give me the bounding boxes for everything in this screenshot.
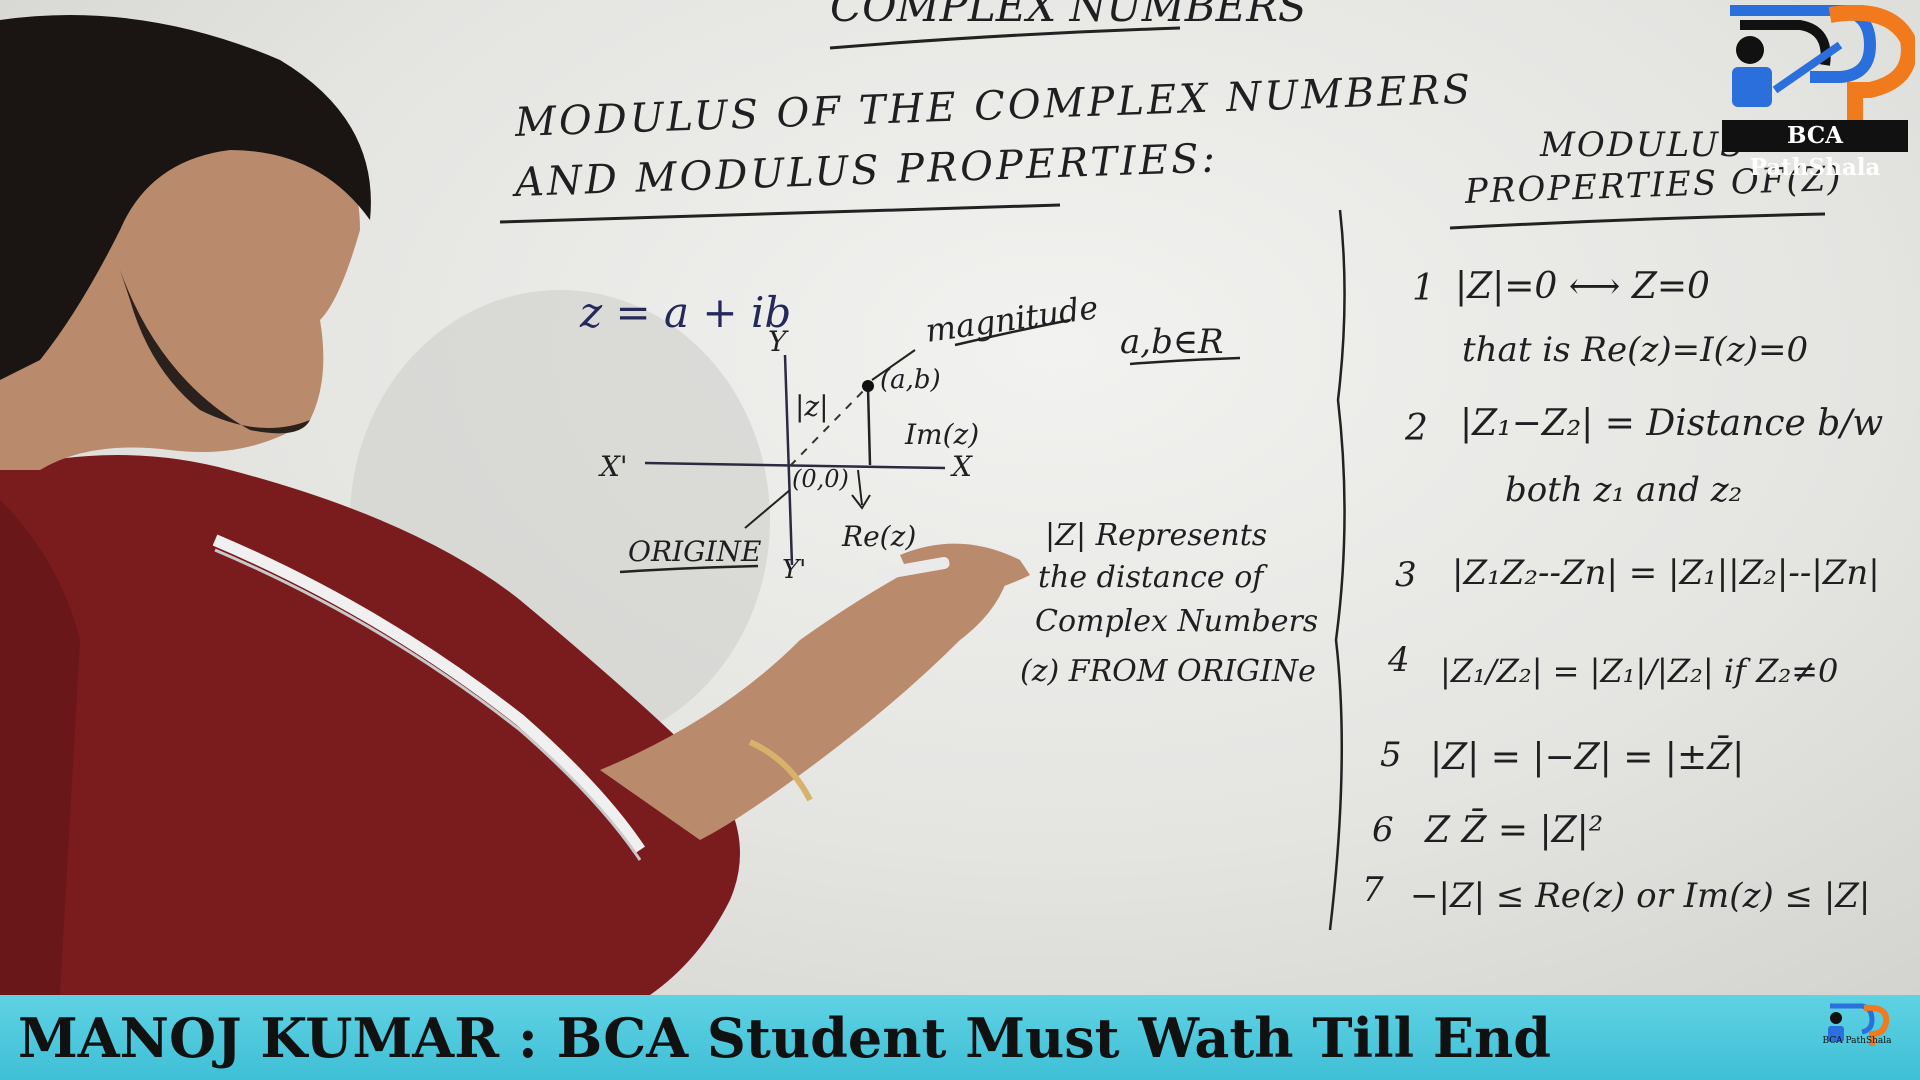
- property-1-text: |Z|=0 ⟷ Z=0: [1455, 266, 1710, 307]
- diagram-x-label: X: [952, 450, 972, 483]
- title-underline: [829, 26, 1181, 50]
- diagram-origin-label: (0,0): [792, 465, 849, 493]
- explanation-line-1: |Z| Represents: [1045, 518, 1268, 553]
- properties-underline: [1449, 212, 1826, 230]
- diagram-x-neg-label: X': [600, 450, 628, 483]
- property-2-num: 2: [1405, 408, 1428, 449]
- y-axis: [783, 354, 794, 566]
- banner-logo-text: BCA PathShala: [1822, 1036, 1892, 1046]
- property-4-text: |Z₁/Z₂| = |Z₁|/|Z₂| if Z₂≠0: [1440, 652, 1839, 690]
- board-set-note: a,b∈R: [1120, 322, 1224, 362]
- heading-underline: [499, 203, 1061, 224]
- property-6-num: 6: [1372, 810, 1394, 850]
- explanation-line-4: (z) FROM ORIGINe: [1020, 654, 1316, 689]
- property-7-num: 7: [1362, 870, 1384, 910]
- video-frame: COMPLEX NUMBERS MODULUS OF THE COMPLEX N…: [0, 0, 1920, 1080]
- banner-text: MANOJ KUMAR : BCA Student Must Wath Till…: [18, 1006, 1552, 1070]
- im-line: [866, 387, 872, 466]
- property-2-text: |Z₁−Z₂| = Distance b/w: [1460, 403, 1884, 444]
- logo-person-head: [1736, 36, 1764, 64]
- property-4-num: 4: [1388, 640, 1410, 680]
- board-divider: [1328, 209, 1346, 931]
- property-3-num: 3: [1395, 555, 1417, 595]
- property-7-text: −|Z| ≤ Re(z) or Im(z) ≤ |Z|: [1410, 876, 1871, 916]
- diagram-origine-label: ORIGINE: [628, 535, 762, 568]
- properties-heading-line1: MODULUS: [1540, 125, 1746, 165]
- property-1-num: 1: [1412, 268, 1435, 309]
- logo-person-book: [1732, 67, 1772, 107]
- board-top-title: COMPLEX NUMBERS: [830, 0, 1307, 31]
- diagram-re-label: Re(z): [842, 520, 917, 553]
- diagram-y-label: Y: [768, 325, 787, 358]
- logo-brand-text: BCA PathShala: [1722, 120, 1908, 181]
- diagram-modulus-label: |z|: [795, 390, 829, 423]
- property-2-note: both z₁ and z₂: [1505, 470, 1743, 510]
- property-1-note: that is Re(z)=I(z)=0: [1462, 330, 1809, 370]
- property-6-text: Z Z̄ = |Z|²: [1425, 810, 1604, 851]
- diagram-y-neg-label: Y': [782, 555, 807, 585]
- property-5-num: 5: [1380, 735, 1402, 775]
- board-equation: z = a + ib: [580, 288, 792, 337]
- property-5-text: |Z| = |−Z| = |±Z̄|: [1430, 737, 1745, 778]
- explanation-line-3: Complex Numbers: [1035, 604, 1319, 639]
- diagram-im-label: Im(z): [905, 418, 980, 451]
- diagram-point-label: (a,b): [880, 365, 941, 395]
- re-arrow: [851, 469, 871, 510]
- point-a-b: [862, 380, 874, 392]
- property-3-text: |Z₁Z₂--Zn| = |Z₁||Z₂|--|Zn|: [1452, 553, 1880, 593]
- explanation-line-2: the distance of: [1038, 560, 1264, 595]
